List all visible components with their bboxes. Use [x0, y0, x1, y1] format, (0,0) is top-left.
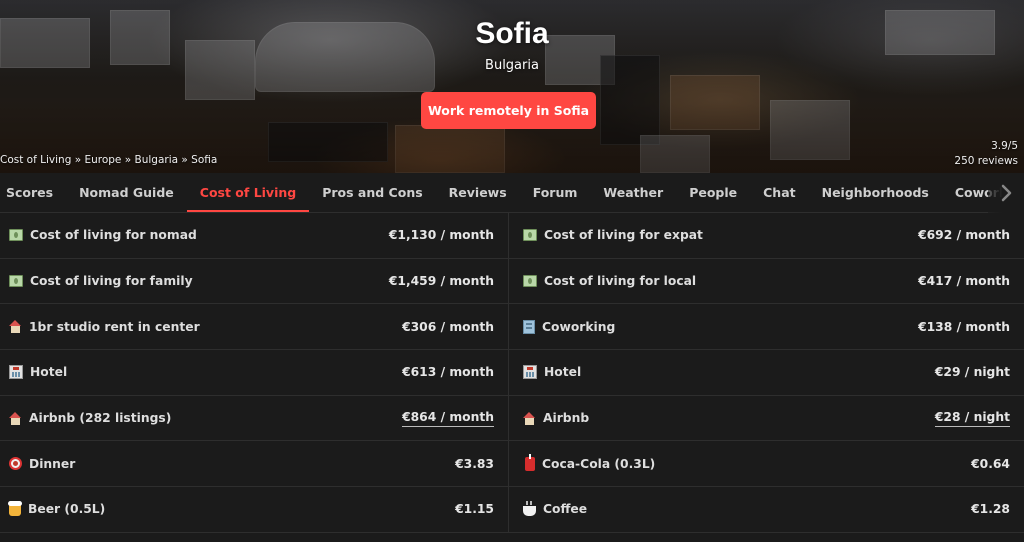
house-icon — [9, 320, 22, 334]
tab-people[interactable]: People — [676, 173, 750, 212]
cost-item-cost-of-living-for-local[interactable]: Cost of living for local €417 / month — [509, 258, 1024, 305]
cost-item-hotel[interactable]: Hotel €29 / night — [509, 350, 1024, 396]
cost-value: €1.28 — [971, 502, 1010, 517]
cost-item-hotel[interactable]: Hotel €613 / month — [0, 350, 509, 396]
tab-pros-and-cons[interactable]: Pros and Cons — [309, 173, 435, 212]
city-title: Sofia — [475, 17, 549, 50]
tab-cost-of-living[interactable]: Cost of Living — [186, 173, 310, 212]
tabs-scroll-right-button[interactable] — [988, 173, 1024, 213]
house-icon — [523, 411, 536, 425]
cost-value: €613 / month — [402, 365, 494, 380]
cost-label-text: Hotel — [544, 365, 582, 380]
cost-label: Airbnb — [523, 411, 589, 425]
cost-label: Cost of living for local — [523, 274, 696, 288]
breadcrumb-sofia[interactable]: Sofia — [191, 154, 217, 166]
city-hero: Sofia Bulgaria Work remotely in Sofia Co… — [0, 0, 1024, 173]
coffee-icon — [523, 500, 536, 516]
cost-label-text: Cost of living for local — [544, 274, 697, 289]
cost-label: 1br studio rent in center — [9, 320, 200, 334]
hotel-icon — [523, 365, 537, 380]
cost-label: Beer (0.5L) — [8, 501, 106, 517]
hotel-icon — [9, 365, 23, 380]
cost-of-living-grid: Cost of living for nomad €1,130 / month Co… — [0, 213, 1024, 533]
cost-item-beer-0-5l[interactable]: Beer (0.5L) €1.15 — [0, 487, 509, 533]
cost-label-text: Cost of living for family — [30, 274, 193, 289]
cost-value: €1.15 — [455, 502, 494, 517]
cost-label-text: Coworking — [542, 319, 616, 334]
cost-label-text: Hotel — [30, 365, 68, 380]
cost-label: Cost of living for nomad — [9, 228, 197, 242]
cost-item-1br-studio-rent-in-center[interactable]: 1br studio rent in center €306 / month — [0, 304, 509, 351]
cost-value[interactable]: €864 / month — [402, 410, 494, 427]
cost-item-airbnb-282-listings[interactable]: Airbnb (282 listings) €864 / month — [0, 395, 509, 442]
cost-item-cost-of-living-for-expat[interactable]: Cost of living for expat €692 / month — [509, 213, 1024, 259]
cost-value: €0.64 — [971, 456, 1010, 471]
breadcrumb-europe[interactable]: Europe — [84, 154, 121, 166]
cost-value[interactable]: €28 / night — [934, 410, 1010, 427]
cost-value: €29 / night — [934, 365, 1010, 380]
chevron-right-icon — [1001, 184, 1012, 202]
cost-label: Cost of living for expat — [523, 228, 703, 242]
breadcrumb-cost-of-living[interactable]: Cost of Living — [0, 154, 71, 166]
tab-scores[interactable]: Scores — [0, 173, 66, 212]
rating-summary[interactable]: 3.9/5 250 reviews — [954, 139, 1018, 169]
cost-label: Airbnb (282 listings) — [9, 411, 171, 425]
cost-item-cost-of-living-for-nomad[interactable]: Cost of living for nomad €1,130 / month — [0, 213, 509, 259]
cost-item-coca-cola-0-3l[interactable]: Coca-Cola (0.3L) €0.64 — [509, 441, 1024, 488]
cost-label: Coca-Cola (0.3L) — [523, 453, 656, 471]
money-icon — [523, 229, 537, 242]
cost-label: Hotel — [523, 365, 582, 380]
cost-label: Coworking — [523, 319, 616, 334]
cost-label-text: Dinner — [29, 456, 76, 471]
house-icon — [9, 411, 22, 425]
cost-value: €3.83 — [455, 456, 494, 471]
cost-value: €1,130 / month — [388, 228, 494, 243]
rating-score: 3.9/5 — [991, 140, 1018, 152]
beer-icon — [8, 501, 22, 517]
cola-icon — [525, 453, 535, 471]
cost-label-text: Cost of living for nomad — [30, 228, 197, 243]
cost-item-coffee[interactable]: Coffee €1.28 — [509, 487, 1024, 533]
cost-value: €692 / month — [918, 228, 1010, 243]
breadcrumb-bulgaria[interactable]: Bulgaria — [135, 154, 179, 166]
work-remotely-button[interactable]: Work remotely in Sofia — [421, 92, 596, 129]
office-icon — [523, 319, 535, 334]
cost-label: Hotel — [9, 365, 68, 380]
breadcrumb-separator: » — [178, 154, 192, 166]
cost-label: Coffee — [523, 500, 588, 517]
money-icon — [9, 229, 23, 242]
tab-weather[interactable]: Weather — [590, 173, 676, 212]
cost-label-text: Coffee — [543, 502, 588, 517]
tab-nomad-guide[interactable]: Nomad Guide — [66, 173, 187, 212]
cost-label-text: Airbnb (282 listings) — [29, 411, 172, 426]
tab-reviews[interactable]: Reviews — [436, 173, 520, 212]
breadcrumb-separator: » — [71, 154, 85, 166]
cost-value: €138 / month — [918, 319, 1010, 334]
review-count: 250 reviews — [954, 155, 1018, 167]
cost-label: Cost of living for family — [9, 274, 193, 288]
tab-forum[interactable]: Forum — [520, 173, 591, 212]
cost-label-text: Coca-Cola (0.3L) — [542, 456, 656, 471]
cost-value: €417 / month — [918, 274, 1010, 289]
money-icon — [9, 275, 23, 288]
cost-value: €1,459 / month — [388, 274, 494, 289]
cost-label-text: Beer (0.5L) — [28, 502, 106, 517]
cost-label-text: 1br studio rent in center — [29, 319, 200, 334]
breadcrumb-separator: » — [121, 154, 135, 166]
section-tabs: Scores Nomad Guide Cost of Living Pros and … — [0, 173, 1024, 213]
cost-item-coworking[interactable]: Coworking €138 / month — [509, 304, 1024, 351]
cost-label-text: Airbnb — [543, 411, 590, 426]
cost-item-airbnb[interactable]: Airbnb €28 / night — [509, 395, 1024, 442]
tab-neighborhoods[interactable]: Neighborhoods — [809, 173, 942, 212]
cost-value: €306 / month — [402, 319, 494, 334]
cost-item-dinner[interactable]: Dinner €3.83 — [0, 441, 509, 488]
dinner-icon — [9, 457, 22, 471]
cost-label: Dinner — [9, 457, 75, 471]
country-name: Bulgaria — [485, 58, 539, 73]
money-icon — [523, 275, 537, 288]
tab-chat[interactable]: Chat — [750, 173, 808, 212]
cost-label-text: Cost of living for expat — [544, 228, 703, 243]
breadcrumb: Cost of Living » Europe » Bulgaria » Sof… — [0, 154, 217, 166]
cost-item-cost-of-living-for-family[interactable]: Cost of living for family €1,459 / month — [0, 258, 509, 305]
